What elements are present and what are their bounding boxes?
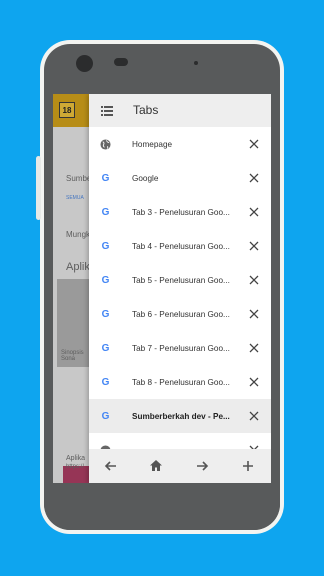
tab-label: Tab 3 - Penelusuran Goo...: [132, 207, 230, 217]
speaker-icon: [114, 58, 128, 66]
tab-label: Tab 4 - Penelusuran Goo...: [132, 241, 230, 251]
bottom-navigation-bar: [89, 449, 271, 483]
tab-item-7[interactable]: G Tab 7 - Penelusuran Goo...: [89, 331, 271, 365]
close-icon[interactable]: [249, 139, 259, 149]
google-icon: G: [101, 240, 110, 252]
phone-side-button: [36, 156, 41, 220]
drawer-title: Tabs: [133, 103, 159, 117]
tab-label: Homepage: [132, 139, 173, 149]
close-icon[interactable]: [249, 241, 259, 251]
list-icon[interactable]: [101, 106, 113, 116]
tab-item-3[interactable]: G Tab 3 - Penelusuran Goo...: [89, 195, 271, 229]
close-icon[interactable]: [249, 377, 259, 387]
tab-label: Google: [132, 173, 159, 183]
tab-label: Sumberberkah dev - Pe...: [132, 411, 230, 421]
add-icon[interactable]: [240, 458, 256, 474]
google-icon: G: [101, 308, 110, 320]
globe-icon: [100, 138, 111, 150]
screen: 18 Sumber SEMUA Mungk Aplik Sinopsis Son…: [53, 94, 271, 483]
tabs-drawer: Tabs Homepage G Google G Tab 3 - Penelus…: [89, 94, 271, 483]
close-icon[interactable]: [249, 207, 259, 217]
background-scrim: [53, 94, 89, 483]
close-icon[interactable]: [249, 173, 259, 183]
google-icon: G: [101, 274, 110, 286]
tab-item-4[interactable]: G Tab 4 - Penelusuran Goo...: [89, 229, 271, 263]
close-icon[interactable]: [249, 275, 259, 285]
close-icon[interactable]: [249, 411, 259, 421]
back-arrow-icon[interactable]: [103, 458, 119, 474]
close-icon[interactable]: [249, 343, 259, 353]
sensor-icon: [194, 61, 198, 65]
tab-item-homepage[interactable]: Homepage: [89, 127, 271, 161]
tab-item-google[interactable]: G Google: [89, 161, 271, 195]
tab-label: Tab 7 - Penelusuran Goo...: [132, 343, 230, 353]
background-app: 18 Sumber SEMUA Mungk Aplik Sinopsis Son…: [53, 94, 94, 483]
tab-list: Homepage G Google G Tab 3 - Penelusuran …: [89, 127, 271, 449]
phone-chin: [44, 483, 280, 530]
tab-label: Tab 5 - Penelusuran Goo...: [132, 275, 230, 285]
tab-item-partial[interactable]: [89, 433, 271, 449]
close-icon[interactable]: [249, 309, 259, 319]
home-icon[interactable]: [148, 458, 164, 474]
tab-item-active[interactable]: G Sumberberkah dev - Pe...: [89, 399, 271, 433]
drawer-header: Tabs: [89, 94, 271, 127]
forward-arrow-icon[interactable]: [194, 458, 210, 474]
google-icon: G: [101, 410, 110, 422]
tab-item-5[interactable]: G Tab 5 - Penelusuran Goo...: [89, 263, 271, 297]
google-icon: G: [101, 342, 110, 354]
tab-label: Tab 8 - Penelusuran Goo...: [132, 377, 230, 387]
google-icon: G: [101, 172, 110, 184]
tab-label: Tab 6 - Penelusuran Goo...: [132, 309, 230, 319]
tab-item-6[interactable]: G Tab 6 - Penelusuran Goo...: [89, 297, 271, 331]
camera-icon: [76, 55, 93, 72]
tab-item-8[interactable]: G Tab 8 - Penelusuran Goo...: [89, 365, 271, 399]
google-icon: G: [101, 206, 110, 218]
google-icon: G: [101, 376, 110, 388]
